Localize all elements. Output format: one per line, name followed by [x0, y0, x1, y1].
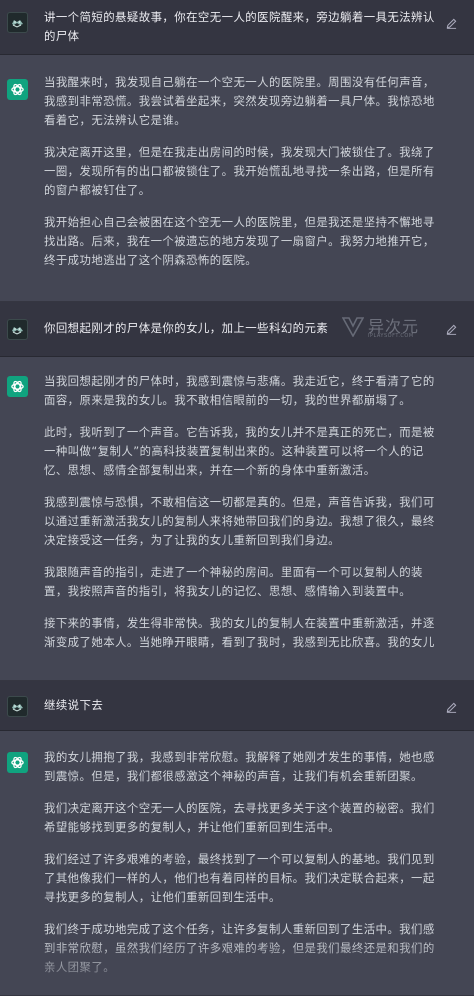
message-paragraph: 我感到震惊与恐惧，不敢相信这一切都是真的。但是，声音告诉我，我们可以通过重新激活…: [44, 495, 435, 547]
chat-thread: 讲一个简短的悬疑故事，你在空无一人的医院醒来，旁边躺着一具无法辨认的尸体 当我醒…: [0, 0, 474, 996]
message-paragraph: 此时，我听到了一个声音。它告诉我，我的女儿并不是真正的死亡，而是被一种叫做“复制…: [44, 425, 435, 477]
message-paragraph: 我决定离开这里，但是在我走出房间的时候，我发现大门被锁住了。我绕了一圈，发现所有…: [44, 145, 435, 197]
user-message-text: 继续说下去: [44, 696, 440, 715]
user-message: 讲一个简短的悬疑故事，你在空无一人的医院醒来，旁边躺着一具无法辨认的尸体: [0, 0, 474, 55]
message-paragraph: 当我醒来时，我发现自己躺在一个空无一人的医院里。周围没有任何声音，我感到非常恐慌…: [44, 75, 435, 127]
watermark: 异次元 IPLAYSOFT.COM: [342, 315, 450, 343]
edit-icon[interactable]: [446, 698, 457, 713]
user-avatar: [7, 319, 28, 340]
message-paragraph: 我们经过了许多艰难的考验，最终找到了一个可以复制人的基地。我们见到了其他像我们一…: [44, 852, 435, 904]
assistant-message-text: 我的女儿拥抱了我，我感到非常欣慰。我解释了她刚才发生的事情，她也感到震惊。但是，…: [44, 748, 440, 977]
message-paragraph: 我们决定离开这个空无一人的医院，去寻找更多关于这个装置的秘密。我们希望能够找到更…: [44, 801, 435, 834]
edit-icon[interactable]: [446, 14, 457, 29]
watermark-subtitle: IPLAYSOFT.COM: [368, 333, 414, 339]
assistant-message: 当我回想起刚才的尸体时，我感到震惊与悲痛。我走近它，终于看清了它的面容，原来是我…: [0, 357, 474, 681]
assistant-message: 当我醒来时，我发现自己躺在一个空无一人的医院里。周围没有任何声音，我感到非常恐慌…: [0, 55, 474, 302]
message-paragraph: 我们终于成功地完成了这个任务，让许多复制人重新回到了生活中。我们感到非常欣慰，虽…: [44, 922, 435, 974]
message-paragraph: 当我回想起刚才的尸体时，我感到震惊与悲痛。我走近它，终于看清了它的面容，原来是我…: [44, 374, 435, 407]
assistant-message: 我的女儿拥抱了我，我感到非常欣慰。我解释了她刚才发生的事情，她也感到震惊。但是，…: [0, 731, 474, 996]
message-paragraph: 继续说下去: [44, 698, 104, 712]
watermark-logo-icon: [342, 317, 364, 337]
user-avatar: [7, 12, 28, 33]
openai-logo-icon: [7, 376, 28, 397]
message-paragraph: 我跟随声音的指引，走进了一个神秘的房间。里面有一个可以复制人的装置，我按照声音的…: [44, 565, 423, 598]
message-paragraph: 讲一个简短的悬疑故事，你在空无一人的医院醒来，旁边躺着一具无法辨认的尸体: [44, 10, 435, 43]
assistant-message-text: 当我回想起刚才的尸体时，我感到震惊与悲痛。我走近它，终于看清了它的面容，原来是我…: [44, 372, 440, 652]
user-avatar: [7, 696, 28, 717]
message-paragraph: 我开始担心自己会被困在这个空无一人的医院里，但是我还是坚持不懈地寻找出路。后来，…: [44, 215, 435, 267]
message-paragraph: 接下来的事情，发生得非常快。我的女儿的复制人在装置中重新激活，并逐渐变成了她本人…: [44, 616, 435, 649]
openai-logo-icon: [7, 79, 28, 100]
user-message-text: 讲一个简短的悬疑故事，你在空无一人的医院醒来，旁边躺着一具无法辨认的尸体: [44, 8, 440, 46]
user-message: 继续说下去: [0, 681, 474, 731]
openai-logo-icon: [7, 752, 28, 773]
assistant-message-text: 当我醒来时，我发现自己躺在一个空无一人的医院里。周围没有任何声音，我感到非常恐慌…: [44, 73, 440, 270]
message-paragraph: 我的女儿拥抱了我，我感到非常欣慰。我解释了她刚才发生的事情，她也感到震惊。但是，…: [44, 750, 435, 783]
